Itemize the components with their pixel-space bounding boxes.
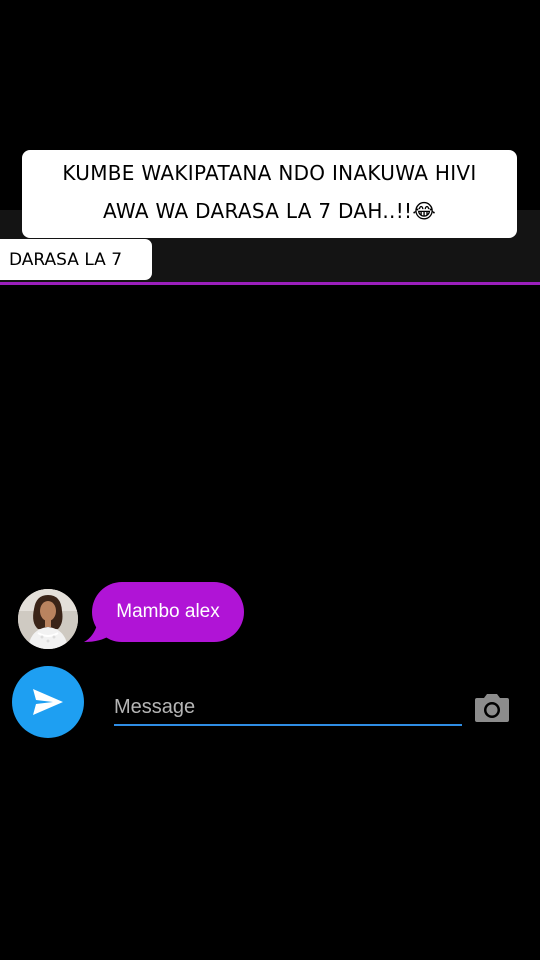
caption-line-2: AWA WA DARASA LA 7 DAH..!!😂 xyxy=(103,199,436,223)
send-icon xyxy=(33,689,63,715)
chat-title-label: DARASA LA 7 xyxy=(9,249,123,270)
message-bubble[interactable]: Mambo alex xyxy=(92,582,244,642)
video-caption: KUMBE WAKIPATANA NDO INAKUWA HIVI AWA WA… xyxy=(22,150,517,238)
caption-line-1: KUMBE WAKIPATANA NDO INAKUWA HIVI xyxy=(62,161,477,185)
message-input[interactable] xyxy=(114,690,462,726)
avatar[interactable] xyxy=(18,589,78,649)
header-divider xyxy=(0,282,540,285)
camera-icon xyxy=(475,694,509,722)
chat-title: DARASA LA 7 xyxy=(0,239,152,280)
avatar-image xyxy=(18,589,78,649)
message-text: Mambo alex xyxy=(116,601,220,622)
send-button[interactable] xyxy=(12,666,84,738)
camera-button[interactable] xyxy=(473,692,511,724)
